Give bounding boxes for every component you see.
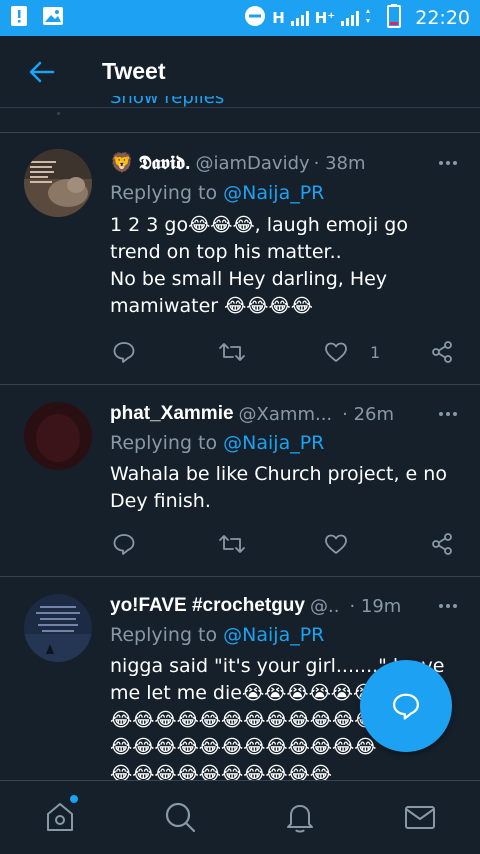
page-title: Tweet [102,58,166,84]
user-handle[interactable]: @iamDavidy [195,153,309,174]
signal-icon [290,10,309,26]
avatar[interactable] [24,594,92,662]
like-icon[interactable] [324,532,348,556]
home-icon[interactable] [40,795,80,837]
dnd-icon [244,5,266,31]
user-handle[interactable]: @Xamm... [239,404,333,425]
replying-to: Replying to @Naija_PR [110,432,325,454]
timestamp: · 19m [349,595,402,617]
show-replies-link[interactable]: Show replies [110,96,224,112]
avatar[interactable] [24,149,92,217]
alert-icon [10,5,28,31]
more-options-icon[interactable] [436,596,460,616]
timestamp: · 26m [342,403,395,425]
signal-icon-2 [341,10,360,26]
tweet-text: 1 2 3 go😂😂😂, laugh emoji go trend on top… [110,214,408,317]
bottom-navigation [0,780,480,854]
compose-reply-button[interactable] [360,660,452,752]
reply-icon[interactable] [112,340,136,364]
tweet-actions: 1 [110,340,460,368]
like-icon[interactable]: 1 [324,340,380,364]
tweet-actions [110,532,460,560]
tweet-header: 🦁 𝕯𝖆𝖛𝖎𝖉. @iamDavidy · 38m [110,151,460,175]
more-options-icon[interactable] [436,153,460,173]
tweet-text: Wahala be like Church project, e no Dey … [110,463,453,512]
search-icon[interactable] [160,797,200,837]
clock: 22:20 [415,7,470,29]
avatar[interactable] [24,402,92,470]
reply-bubble-icon [393,693,419,720]
display-name[interactable]: phat_Xammie [110,403,234,425]
network-type-2: H⁺ [314,9,336,27]
like-count: 1 [370,342,381,362]
more-options-icon[interactable] [436,404,460,424]
tweet[interactable]: 🦁 𝕯𝖆𝖛𝖎𝖉. @iamDavidy · 38m Replying to @N… [0,133,480,383]
messages-icon[interactable] [400,797,440,837]
image-icon [42,6,64,30]
tweet-header: yo!FAVE #crochetguy @.. · 19m [110,594,460,618]
network-type-1: H [272,9,285,27]
display-name[interactable]: 🦁 𝕯𝖆𝖛𝖎𝖉. [110,151,190,175]
thread-line [57,112,60,115]
tweet-header: phat_Xammie @Xamm... · 26m [110,402,460,426]
mention-link[interactable]: @Naija_PR [223,182,324,204]
share-icon[interactable] [430,340,454,364]
new-tweets-indicator [70,795,78,803]
share-icon[interactable] [430,532,454,556]
tweet[interactable]: phat_Xammie @Xamm... · 26m Replying to @… [0,385,480,575]
replying-to: Replying to @Naija_PR [110,624,325,646]
status-bar: H H⁺ 22:20 [0,0,480,36]
battery-icon [387,4,402,32]
mention-link[interactable]: @Naija_PR [223,624,324,646]
back-arrow-icon[interactable] [26,56,58,88]
user-handle[interactable]: @.. [310,596,339,617]
display-name[interactable]: yo!FAVE #crochetguy [110,595,305,617]
timestamp: · 38m [313,152,366,174]
replying-to: Replying to @Naija_PR [110,182,325,204]
data-transfer-icon [365,8,371,28]
reply-icon[interactable] [112,532,136,556]
app-header: Tweet [0,36,480,108]
mention-link[interactable]: @Naija_PR [223,432,324,454]
retweet-icon[interactable] [218,340,246,364]
notifications-icon[interactable] [280,797,320,837]
retweet-icon[interactable] [218,532,246,556]
